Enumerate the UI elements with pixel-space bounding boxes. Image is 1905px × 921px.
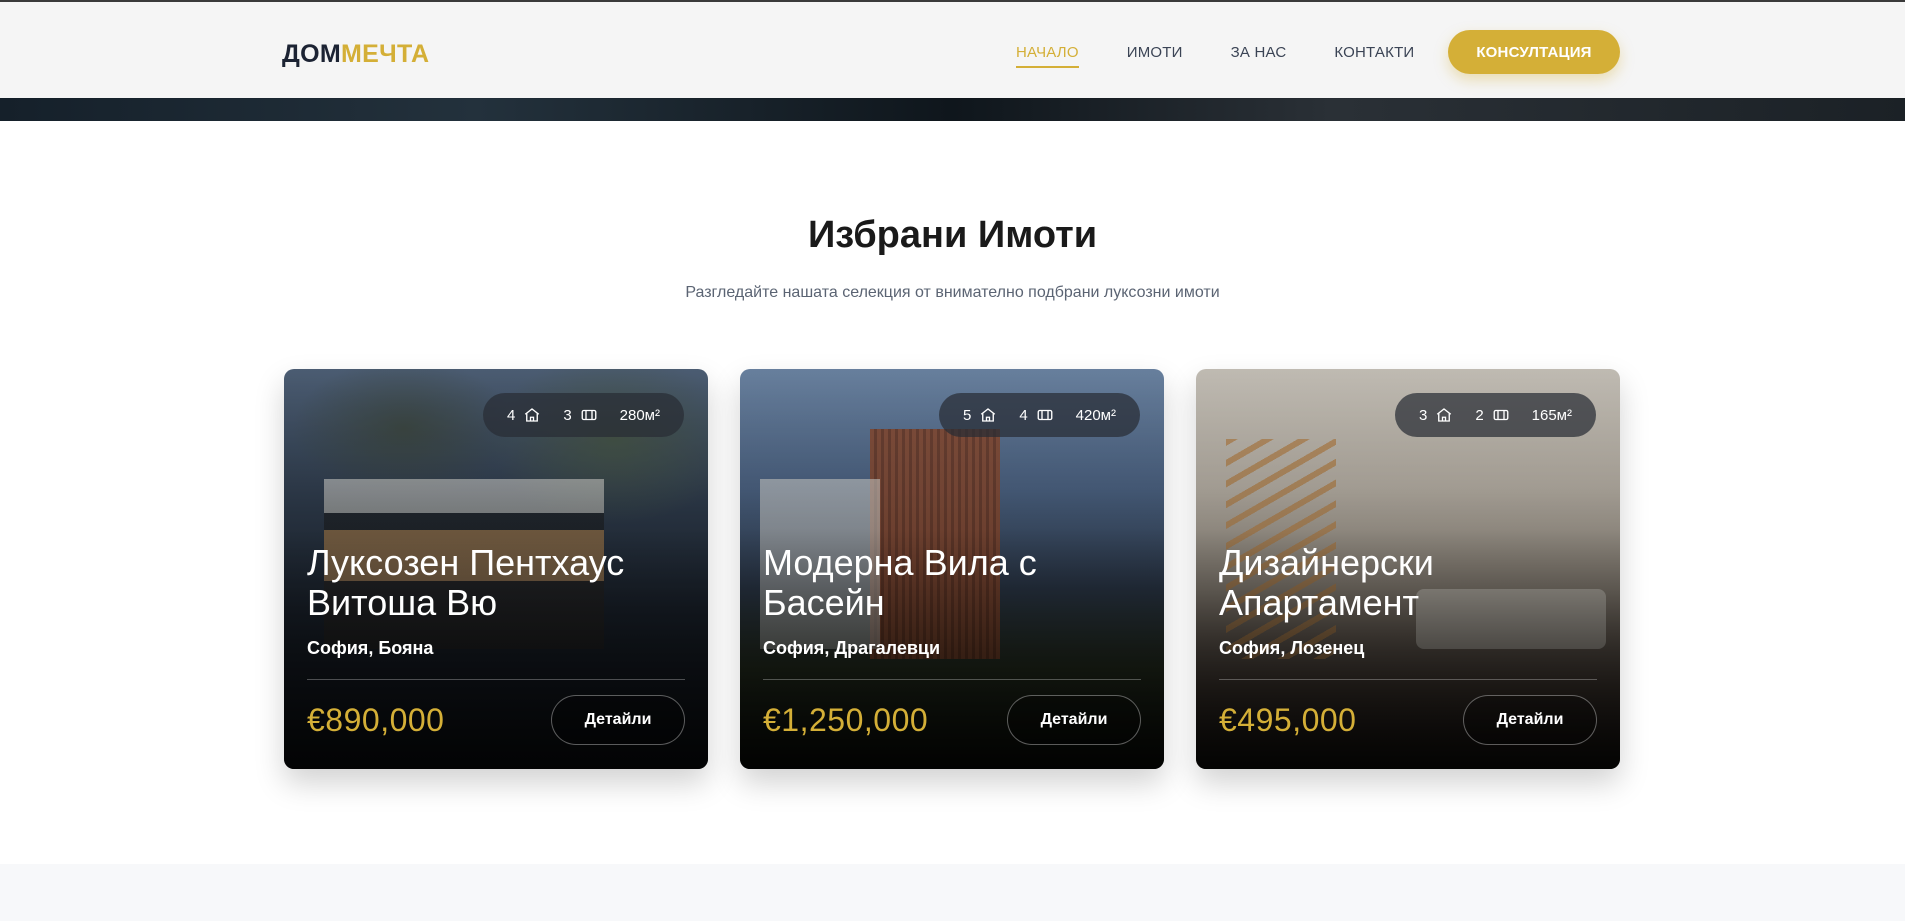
bathrooms-count: 4: [1019, 406, 1028, 424]
property-price: €1,250,000: [763, 702, 929, 738]
nav-item-contacts[interactable]: КОНТАКТИ: [1334, 44, 1414, 61]
next-section-background: [0, 864, 1905, 921]
site-header: ДОММЕЧТА НАЧАЛО ИМОТИ ЗА НАС КОНТАКТИ КО…: [0, 0, 1905, 98]
section-title-regular: Избрани: [807, 214, 968, 256]
consultation-button[interactable]: КОНСУЛТАЦИЯ: [1448, 30, 1620, 74]
property-price: €495,000: [1219, 702, 1357, 738]
section-subtitle: Разгледайте нашата селекция от внимателн…: [685, 284, 1220, 301]
property-stats: 5 4 420м²: [938, 393, 1140, 437]
property-location: София, Бояна: [307, 638, 434, 658]
bathrooms-count: 2: [1475, 406, 1484, 424]
logo[interactable]: ДОММЕЧТА: [282, 40, 429, 69]
nav-item-home[interactable]: НАЧАЛО: [1016, 44, 1079, 68]
logo-text-dom: ДОМ: [282, 40, 341, 68]
details-button[interactable]: Детайли: [1463, 695, 1597, 745]
property-price: €890,000: [307, 702, 445, 738]
details-button[interactable]: Детайли: [1007, 695, 1141, 745]
home-icon: [1437, 408, 1452, 422]
nav-item-about[interactable]: ЗА НАС: [1231, 44, 1287, 61]
nav-item-properties[interactable]: ИМОТИ: [1127, 44, 1183, 61]
bath-icon: [1037, 409, 1053, 421]
property-title: Луксозен Пентхаус Витоша Вю: [307, 542, 625, 623]
section-title-bold: Имоти: [977, 214, 1098, 256]
area-value: 420м²: [1075, 406, 1116, 424]
divider: [1219, 679, 1597, 680]
property-stats: 3 2 165м²: [1394, 393, 1596, 437]
bedrooms-count: 4: [506, 406, 516, 424]
property-location: София, Драгалевци: [763, 638, 941, 658]
property-location: София, Лозенец: [1219, 638, 1365, 658]
home-icon: [981, 408, 996, 422]
details-button[interactable]: Детайли: [551, 695, 685, 745]
divider: [307, 679, 685, 680]
divider: [763, 679, 1141, 680]
property-card[interactable]: 3 2 165м² Дизайнерски Апартамент София, …: [1196, 369, 1620, 769]
area-value: 165м²: [1531, 406, 1572, 424]
area-value: 280м²: [619, 406, 660, 424]
bathrooms-count: 3: [563, 406, 572, 424]
property-title: Модерна Вила с Басейн: [763, 542, 1037, 623]
section-title: Избрани Имоти: [0, 214, 1905, 257]
bedrooms-count: 5: [962, 406, 972, 424]
bath-icon: [581, 409, 597, 421]
property-card[interactable]: 4 3 280м² Луксозен Пентхаус Витоша Вю Со…: [284, 369, 708, 769]
home-icon: [525, 408, 540, 422]
bath-icon: [1493, 409, 1509, 421]
logo-text-mechta: МЕЧТА: [340, 40, 430, 68]
bedrooms-count: 3: [1418, 406, 1428, 424]
property-stats: 4 3 280м²: [482, 393, 684, 437]
property-card[interactable]: 5 4 420м² Модерна Вила с Басейн София, Д…: [740, 369, 1164, 769]
property-title: Дизайнерски Апартамент: [1219, 542, 1434, 623]
main-nav: НАЧАЛО ИМОТИ ЗА НАС КОНТАКТИ: [1016, 44, 1462, 68]
